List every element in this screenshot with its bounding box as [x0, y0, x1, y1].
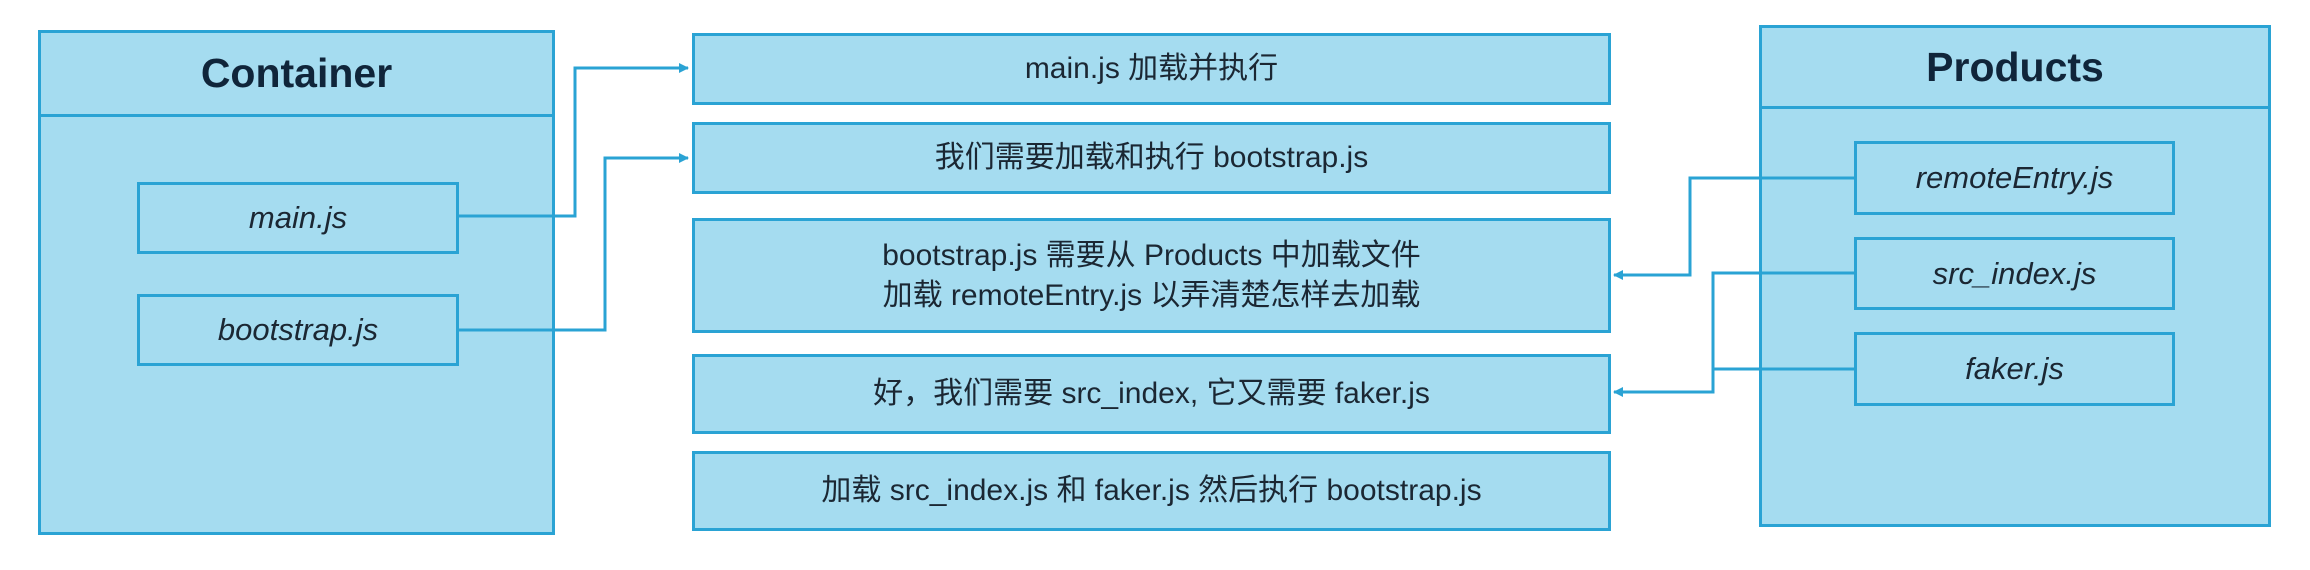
step-3-line-1: bootstrap.js 需要从 Products 中加载文件 [882, 238, 1421, 272]
products-file-remote-entry-js: remoteEntry.js [1854, 141, 2175, 215]
step-3: bootstrap.js 需要从 Products 中加载文件 加载 remot… [692, 218, 1611, 333]
step-5: 加载 src_index.js 和 faker.js 然后执行 bootstra… [692, 451, 1611, 531]
container-title: Container [41, 33, 552, 117]
step-1-line-1: main.js 加载并执行 [1024, 52, 1279, 85]
step-3-line-2: 加载 remoteEntry.js 以弄清楚怎样去加载 [882, 278, 1421, 312]
container-file-bootstrap-js: bootstrap.js [137, 294, 459, 366]
container-panel: Container [38, 30, 555, 535]
products-file-src-index-js: src_index.js [1854, 237, 2175, 310]
products-title: Products [1762, 28, 2268, 109]
step-2: 我们需要加载和执行 bootstrap.js [692, 122, 1611, 194]
step-5-line-1: 加载 src_index.js 和 faker.js 然后执行 bootstra… [821, 474, 1482, 507]
container-file-main-js: main.js [137, 182, 459, 254]
step-2-line-1: 我们需要加载和执行 bootstrap.js [934, 141, 1369, 174]
products-file-faker-js: faker.js [1854, 332, 2175, 406]
step-4-line-1: 好，我们需要 src_index, 它又需要 faker.js [873, 377, 1430, 410]
step-4: 好，我们需要 src_index, 它又需要 faker.js [692, 354, 1611, 434]
step-1: main.js 加载并执行 [692, 33, 1611, 105]
